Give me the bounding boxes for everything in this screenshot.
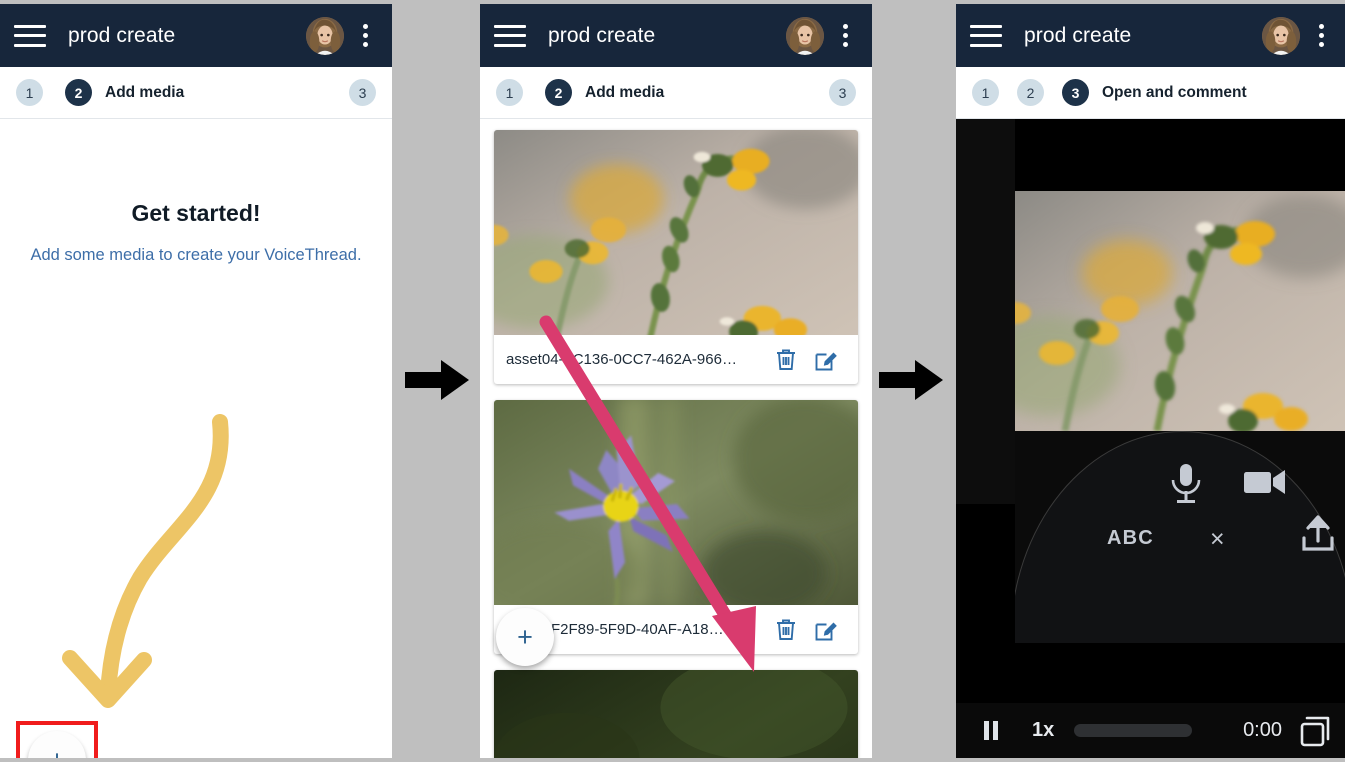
text-comment-label[interactable]: ABC <box>1107 527 1154 550</box>
stepper-step-3[interactable]: 3 <box>829 79 856 106</box>
stepper-step-1[interactable]: 1 <box>496 79 523 106</box>
media-thumbnail[interactable] <box>494 130 858 335</box>
hamburger-icon[interactable] <box>970 24 1002 47</box>
page-title: Get started! <box>131 200 261 226</box>
stepper: 1 2 3 Open and comment <box>956 67 1345 119</box>
edit-icon[interactable] <box>806 618 846 642</box>
voicethread-player: ABC × 1x 0:00 <box>956 119 1345 758</box>
stepper-step-2[interactable]: 2 <box>545 79 572 106</box>
user-avatar[interactable] <box>306 16 344 55</box>
edit-icon[interactable] <box>806 348 846 372</box>
screenshot-stage: prod create 1 2 Add media 3 Get started!… <box>0 0 1345 762</box>
media-thumbnail[interactable] <box>494 400 858 605</box>
list-item[interactable]: a…CDF2F89-5F9D-40AF-A18… <box>494 400 858 654</box>
hamburger-icon[interactable] <box>14 24 46 47</box>
stepper-current-label: Add media <box>585 83 665 101</box>
microphone-icon[interactable] <box>1167 462 1205 511</box>
playback-time: 0:00 <box>1243 719 1282 741</box>
kebab-icon[interactable] <box>1308 21 1334 51</box>
video-camera-icon[interactable] <box>1243 467 1287 502</box>
list-item[interactable]: asset04-FC136-0CC7-462A-966… <box>494 130 858 384</box>
upload-icon[interactable] <box>1298 513 1338 560</box>
kebab-icon[interactable] <box>832 21 858 51</box>
close-icon[interactable]: × <box>1210 525 1225 554</box>
stepper-current-label: Add media <box>105 83 185 101</box>
right-arrow-icon <box>879 360 943 400</box>
media-list[interactable]: asset04-FC136-0CC7-462A-966… a…CDF2F89-5… <box>480 119 872 758</box>
user-avatar[interactable] <box>786 16 824 55</box>
user-avatar[interactable] <box>1262 16 1300 55</box>
app-title: prod create <box>548 23 656 47</box>
phone-panel-2: prod create 1 2 Add media 3 asset04-FC13… <box>480 4 872 758</box>
phone-panel-3: prod create 1 2 3 Open and comment ABC ×… <box>956 4 1345 758</box>
trash-icon[interactable] <box>766 618 806 642</box>
media-thumbnail[interactable] <box>494 670 858 758</box>
stepper-current-label: Open and comment <box>1102 83 1247 101</box>
progress-slider[interactable] <box>1074 724 1193 737</box>
kebab-icon[interactable] <box>352 21 378 51</box>
stepper-step-2[interactable]: 2 <box>1017 79 1044 106</box>
empty-state-body: Get started! Add some media to create yo… <box>0 200 392 758</box>
player-sidebar <box>956 119 1015 504</box>
slide-image[interactable] <box>1015 191 1345 431</box>
duplicate-icon[interactable] <box>1298 714 1332 748</box>
stepper-step-1[interactable]: 1 <box>972 79 999 106</box>
stepper-step-3[interactable]: 3 <box>1062 79 1089 106</box>
hamburger-icon[interactable] <box>494 24 526 47</box>
playback-speed-button[interactable]: 1x <box>1032 719 1054 742</box>
stepper: 1 2 Add media 3 <box>0 67 392 119</box>
stepper-step-3[interactable]: 3 <box>349 79 376 106</box>
phone-panel-1: prod create 1 2 Add media 3 Get started!… <box>0 4 392 758</box>
media-filename: asset04-FC136-0CC7-462A-966… <box>506 351 737 368</box>
trash-icon[interactable] <box>766 348 806 372</box>
app-title: prod create <box>68 23 176 47</box>
pause-icon[interactable] <box>972 721 1010 740</box>
app-bar: prod create <box>956 4 1345 67</box>
stepper: 1 2 Add media 3 <box>480 67 872 119</box>
app-bar: prod create <box>480 4 872 67</box>
comment-options-menu: ABC × <box>1015 431 1345 643</box>
right-arrow-icon <box>405 360 469 400</box>
annotation-curved-arrow-icon <box>62 414 229 708</box>
app-title: prod create <box>1024 23 1132 47</box>
app-bar: prod create <box>0 4 392 67</box>
list-item[interactable] <box>494 670 858 758</box>
add-media-fab[interactable]: + <box>496 608 554 666</box>
stepper-step-2[interactable]: 2 <box>65 79 92 106</box>
page-subtitle: Add some media to create your VoiceThrea… <box>30 246 362 264</box>
media-meta-row: asset04-FC136-0CC7-462A-966… <box>494 335 858 384</box>
stepper-step-1[interactable]: 1 <box>16 79 43 106</box>
player-controls: 1x 0:00 <box>956 703 1345 758</box>
